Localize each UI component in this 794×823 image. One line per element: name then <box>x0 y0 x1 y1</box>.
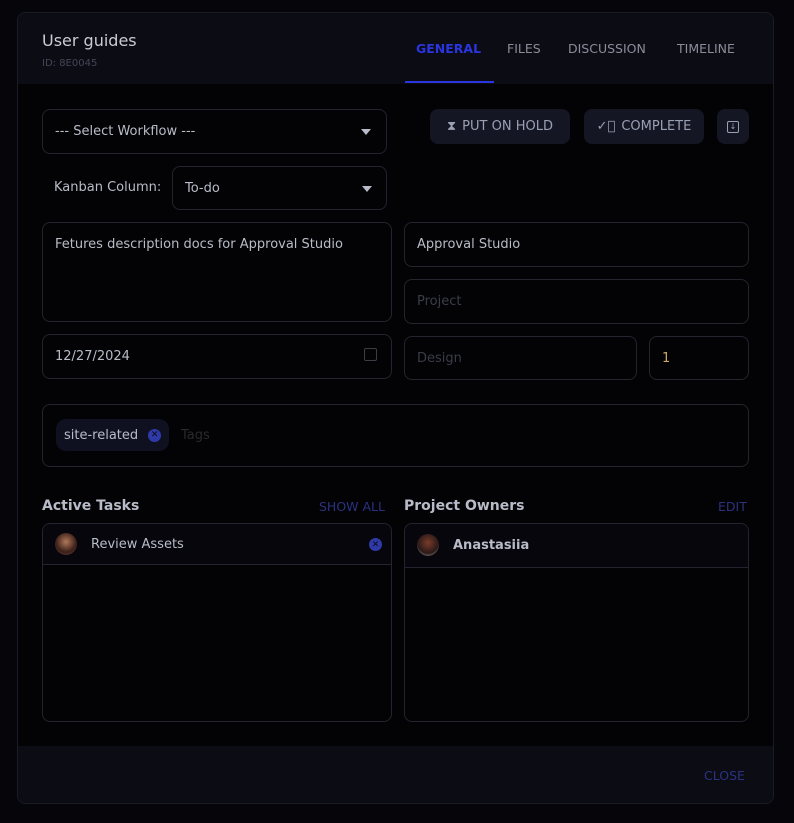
hourglass-icon: ⧗ <box>447 119 457 134</box>
archive-icon: ↓ <box>727 120 739 133</box>
tags-placeholder: Tags <box>181 428 210 443</box>
task-name: Review Assets <box>91 537 184 552</box>
avatar <box>417 534 439 556</box>
hold-label: PUT ON HOLD <box>462 119 553 134</box>
workflow-select[interactable]: --- Select Workflow --- <box>42 109 387 154</box>
project-owners-list: Anastasiia <box>404 523 749 722</box>
kanban-value: To-do <box>185 181 220 196</box>
client-value: Approval Studio <box>417 237 521 252</box>
chevron-down-icon <box>362 186 372 192</box>
complete-button[interactable]: ✓⃝ COMPLETE <box>584 109 704 144</box>
chevron-down-icon <box>361 129 371 135</box>
workflow-value: --- Select Workflow --- <box>55 124 196 139</box>
tab-files[interactable]: FILES <box>507 41 541 56</box>
dialog-header: User guides ID: 8E0045 GENERAL FILES DIS… <box>18 13 773 84</box>
project-owners-title: Project Owners <box>404 498 525 514</box>
tab-timeline[interactable]: TIMELINE <box>677 41 735 56</box>
description-field[interactable]: Fetures description docs for Approval St… <box>42 222 392 322</box>
project-field[interactable]: Project <box>404 279 749 324</box>
remove-tag-icon[interactable]: ✕ <box>148 428 162 442</box>
kanban-label: Kanban Column: <box>54 180 162 195</box>
client-field[interactable]: Approval Studio <box>404 222 749 267</box>
tag-label: site-related <box>64 427 139 443</box>
list-item[interactable]: Anastasiia <box>405 524 748 568</box>
kanban-select[interactable]: To-do <box>172 166 387 210</box>
remove-task-icon[interactable]: ✕ <box>369 538 382 551</box>
archive-button[interactable]: ↓ <box>717 109 749 144</box>
check-circle-icon: ✓⃝ <box>596 119 616 134</box>
date-value: 12/27/2024 <box>55 349 130 364</box>
task-dialog: User guides ID: 8E0045 GENERAL FILES DIS… <box>17 12 774 804</box>
active-tab-indicator <box>405 81 494 83</box>
description-value: Fetures description docs for Approval St… <box>55 237 343 252</box>
tag-chip: site-related ✕ <box>56 419 170 451</box>
close-button[interactable]: CLOSE <box>704 768 745 783</box>
type-field[interactable]: Design <box>404 336 637 380</box>
put-on-hold-button[interactable]: ⧗ PUT ON HOLD <box>430 109 570 144</box>
owner-name: Anastasiia <box>453 538 530 553</box>
active-tasks-list: Review Assets ✕ <box>42 523 392 722</box>
show-all-link[interactable]: SHOW ALL <box>319 499 385 514</box>
tab-general[interactable]: GENERAL <box>416 41 481 56</box>
dialog-title: User guides <box>42 31 137 50</box>
date-field[interactable]: 12/27/2024 <box>42 334 392 379</box>
type-placeholder: Design <box>417 351 462 366</box>
calendar-icon[interactable] <box>364 348 377 361</box>
tab-discussion[interactable]: DISCUSSION <box>568 41 646 56</box>
edit-owners-link[interactable]: EDIT <box>718 499 747 514</box>
avatar <box>55 533 77 555</box>
active-tasks-title: Active Tasks <box>42 498 140 514</box>
complete-label: COMPLETE <box>621 119 692 134</box>
quantity-field[interactable]: 1 <box>649 336 749 380</box>
list-item[interactable]: Review Assets ✕ <box>43 524 391 565</box>
project-placeholder: Project <box>417 294 462 309</box>
item-id: ID: 8E0045 <box>42 58 98 69</box>
dialog-footer: CLOSE <box>18 746 773 803</box>
quantity-value: 1 <box>662 351 671 366</box>
